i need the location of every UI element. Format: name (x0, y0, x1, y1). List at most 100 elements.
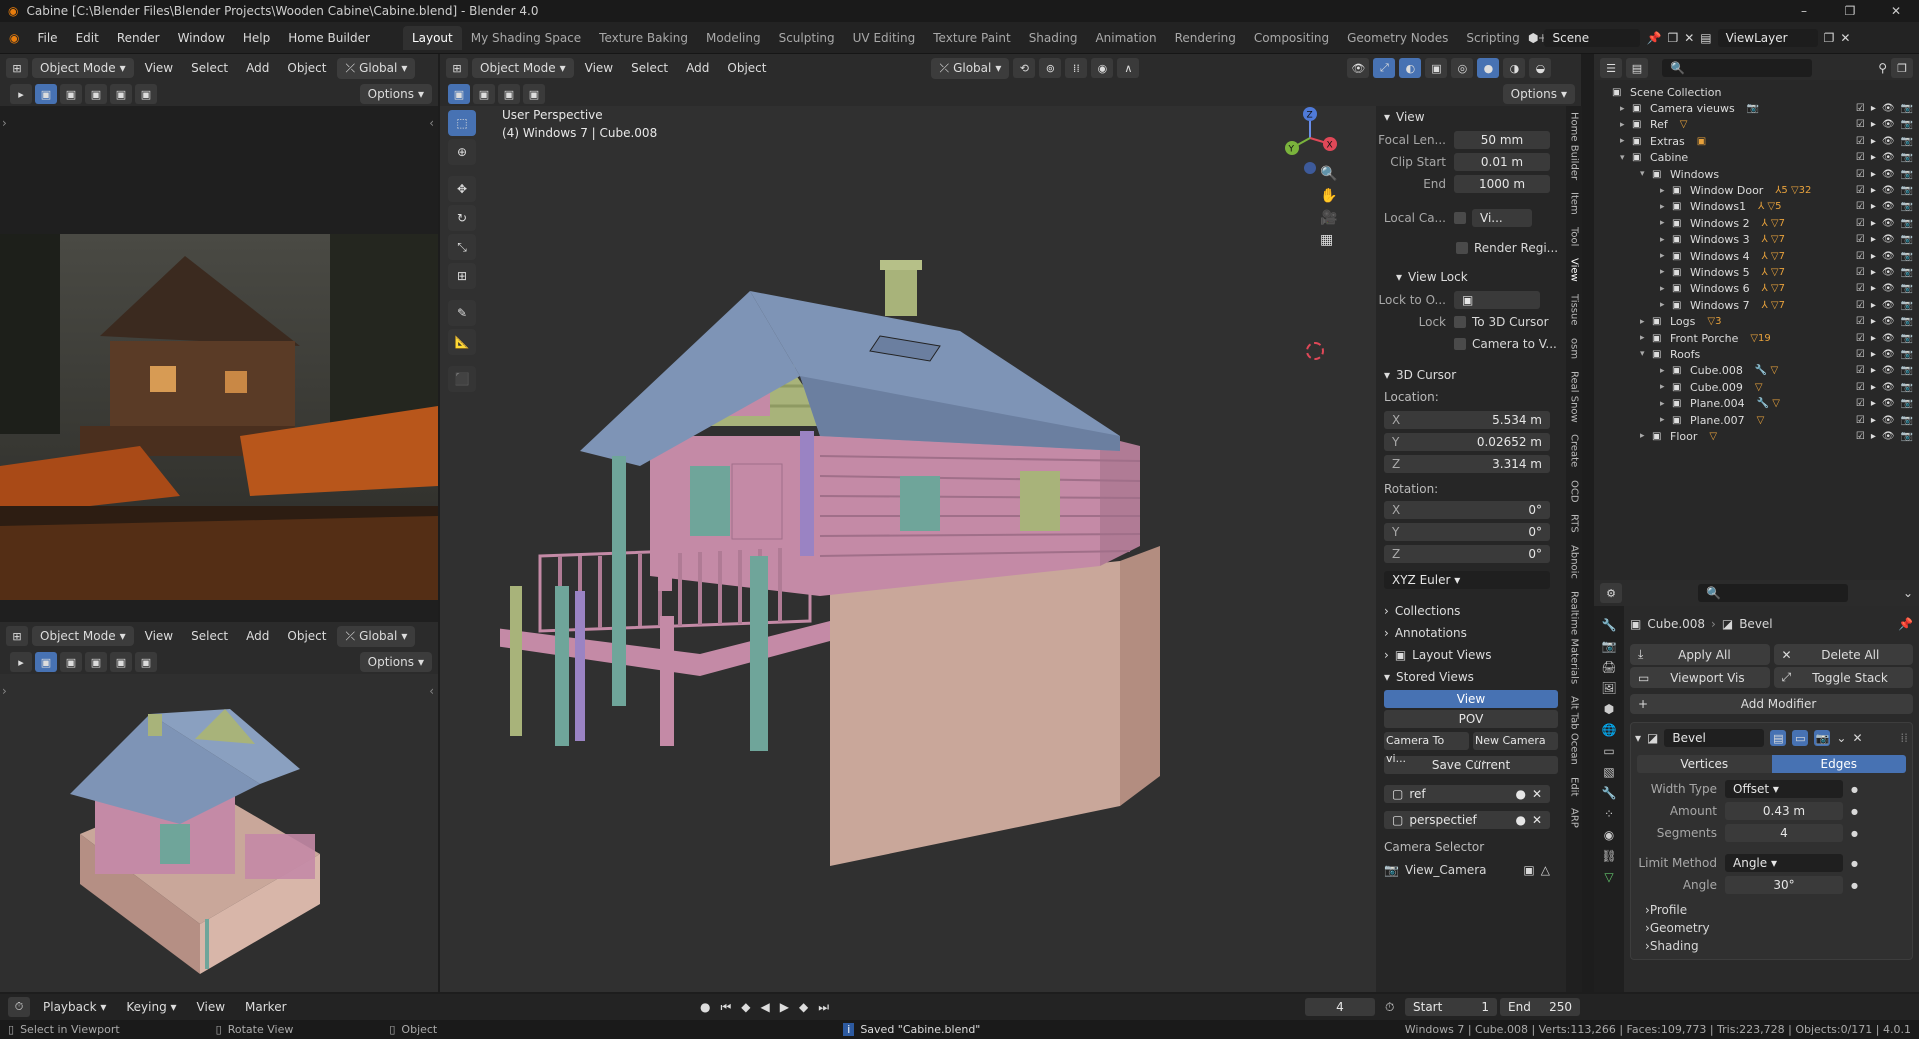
select-tool-icon[interactable]: ▸ (10, 652, 32, 672)
expand-left-icon[interactable]: › (2, 116, 7, 130)
outliner-search-input[interactable]: 🔍 (1662, 59, 1812, 77)
outliner-row[interactable]: ▸ ▣ Cube.009 ▽ ☑ ▸ 👁 📷 (1594, 379, 1919, 395)
select-toggle-icon[interactable]: ▸ (1871, 218, 1876, 229)
expand-left-icon[interactable]: › (2, 684, 7, 698)
render-camera-icon[interactable]: 📷 (1901, 234, 1913, 245)
eye-icon[interactable]: 👁 (1882, 365, 1895, 376)
focal-length-field[interactable]: 50 mm (1454, 131, 1550, 149)
falloff-icon[interactable]: ∧ (1117, 58, 1140, 78)
slot-remove-icon[interactable]: ✕ (1532, 811, 1542, 829)
expand-arrow-icon[interactable]: ▸ (1640, 317, 1652, 327)
jump-end-icon[interactable]: ⏭ (818, 1000, 829, 1015)
modifier-tab-icon[interactable]: 🔧 (1602, 786, 1617, 800)
select-menu[interactable]: Select (184, 58, 235, 78)
editor-type-icon[interactable]: ⊞ (6, 58, 28, 78)
viewport-vis-button[interactable]: ▭ Viewport Vis (1630, 667, 1770, 688)
expand-arrow-icon[interactable]: ▸ (1660, 186, 1672, 196)
tab-animation[interactable]: Animation (1086, 26, 1165, 50)
render-region-checkbox[interactable] (1456, 242, 1468, 254)
snap-target-icon[interactable]: ⁞⁞ (1065, 58, 1088, 78)
select-toggle-icon[interactable]: ▸ (1871, 267, 1876, 278)
shading-solid-icon[interactable]: ● (1477, 58, 1500, 78)
outliner-row[interactable]: ▸ ▣ Camera vieuws 📷 ☑ ▸ 👁 📷 (1594, 100, 1919, 116)
expand-arrow-icon[interactable]: ▸ (1620, 136, 1632, 146)
outliner-row[interactable]: ▸ ▣ Windows 5 ⅄ ▽7 ☑ ▸ 👁 📷 (1594, 264, 1919, 280)
selection-mode-intersect-icon[interactable]: ▣ (135, 652, 157, 672)
include-checkbox[interactable]: ☑ (1856, 234, 1865, 245)
outliner-row[interactable]: ▸ ▣ Extras ▣ ☑ ▸ 👁 📷 (1594, 133, 1919, 149)
keyframe-dot-icon[interactable]: ● (1851, 859, 1858, 868)
maximize-button[interactable]: ❐ (1827, 0, 1873, 22)
outliner-row[interactable]: ▸ ▣ Windows1 ⅄ ▽5 ☑ ▸ 👁 📷 (1594, 199, 1919, 215)
local-camera-field[interactable]: Vi... (1472, 209, 1532, 227)
eye-icon[interactable]: 👁 (1882, 103, 1895, 114)
include-checkbox[interactable]: ☑ (1856, 431, 1865, 442)
render-camera-icon[interactable]: 📷 (1901, 415, 1913, 426)
tool-tab-icon[interactable]: 🔧 (1602, 618, 1617, 632)
properties-search-input[interactable]: 🔍 (1698, 584, 1848, 602)
sidebar-tab-alt-tab-ocean[interactable]: Alt Tab Ocean (1569, 690, 1580, 771)
eye-icon[interactable]: 👁 (1882, 415, 1895, 426)
select-menu[interactable]: Select (624, 58, 675, 78)
menu-edit[interactable]: Edit (67, 31, 108, 45)
expand-arrow-icon[interactable]: ▸ (1660, 284, 1672, 294)
render-camera-icon[interactable]: 📷 (1901, 103, 1913, 114)
sidebar-tab-item[interactable]: Item (1569, 186, 1580, 221)
output-tab-icon[interactable]: 🖨 (1601, 660, 1616, 674)
select-toggle-icon[interactable]: ▸ (1871, 398, 1876, 409)
tab-geometry-nodes[interactable]: Geometry Nodes (1338, 26, 1457, 50)
include-checkbox[interactable]: ☑ (1856, 218, 1865, 229)
cursor-location-z[interactable]: Z 3.314 m (1384, 455, 1550, 473)
shading-material-icon[interactable]: ◑ (1503, 58, 1526, 78)
outliner-row[interactable]: ▾ ▣ Cabine ☑ ▸ 👁 📷 (1594, 150, 1919, 166)
include-checkbox[interactable]: ☑ (1856, 316, 1865, 327)
eye-icon[interactable]: 👁 (1882, 333, 1895, 344)
select-toggle-icon[interactable]: ▸ (1871, 316, 1876, 327)
include-checkbox[interactable]: ☑ (1856, 382, 1865, 393)
pan-hand-icon[interactable]: ✋ (1320, 188, 1337, 204)
prev-keyframe-icon[interactable]: ◆ (741, 1000, 750, 1015)
tab-texture-baking[interactable]: Texture Baking (590, 26, 697, 50)
select-toggle-icon[interactable]: ▸ (1871, 119, 1876, 130)
collection-tab-icon[interactable]: ▭ (1603, 744, 1614, 758)
expand-arrow-icon[interactable]: ▸ (1660, 300, 1672, 310)
filter-icon[interactable]: ⚲ (1878, 61, 1887, 75)
cursor-rotation-y[interactable]: Y 0° (1384, 523, 1550, 541)
sidebar-tab-arp[interactable]: ARP (1569, 802, 1580, 834)
geometry-subpanel[interactable]: ›Geometry (1635, 919, 1908, 937)
render-camera-icon[interactable]: 📷 (1901, 333, 1913, 344)
expand-arrow-icon[interactable]: ▸ (1640, 431, 1652, 441)
select-toggle-icon[interactable]: ▸ (1871, 300, 1876, 311)
3d-cursor-header[interactable]: ▾ 3D Cursor (1376, 364, 1566, 386)
zoom-icon[interactable]: 🔍 (1320, 166, 1337, 182)
select-toggle-icon[interactable]: ▸ (1871, 136, 1876, 147)
sidebar-tab-real-snow[interactable]: Real Snow (1569, 365, 1580, 429)
select-toggle-icon[interactable]: ▸ (1871, 234, 1876, 245)
include-checkbox[interactable]: ☑ (1856, 119, 1865, 130)
render-camera-icon[interactable]: 📷 (1901, 169, 1913, 180)
constraints-tab-icon[interactable]: ⛓ (1601, 849, 1616, 863)
expand-arrow-icon[interactable]: ▸ (1620, 104, 1632, 114)
outliner-row[interactable]: ▸ ▣ Windows 7 ⅄ ▽7 ☑ ▸ 👁 📷 (1594, 297, 1919, 313)
view-menu[interactable]: View (578, 58, 620, 78)
clip-start-field[interactable]: 0.01 m (1454, 153, 1550, 171)
expand-arrow-icon[interactable]: ▸ (1660, 251, 1672, 261)
select-toggle-icon[interactable]: ▸ (1871, 431, 1876, 442)
keyframe-dot-icon[interactable]: ● (1851, 829, 1858, 838)
cursor-rotation-x[interactable]: X 0° (1384, 501, 1550, 519)
outliner-row[interactable]: ▸ ▣ Logs ▽3 ☑ ▸ 👁 📷 (1594, 313, 1919, 329)
stored-views-header[interactable]: ▾ Stored Views (1376, 666, 1566, 688)
select-box-tool-icon[interactable]: ⬚ (448, 110, 476, 136)
tab-compositing[interactable]: Compositing (1245, 26, 1338, 50)
tab-modeling[interactable]: Modeling (697, 26, 770, 50)
marker-menu[interactable]: Marker (238, 997, 293, 1017)
selection-mode-new-icon[interactable]: ▣ (448, 84, 470, 104)
select-toggle-icon[interactable]: ▸ (1871, 333, 1876, 344)
include-checkbox[interactable]: ☑ (1856, 185, 1865, 196)
include-checkbox[interactable]: ☑ (1856, 136, 1865, 147)
camera-view-icon[interactable]: 🎥 (1320, 210, 1337, 226)
selection-mode-subtract-icon[interactable]: ▣ (498, 84, 520, 104)
camera-selector-row[interactable]: 📷 View_Camera ▣ △ (1384, 863, 1550, 877)
drag-handle-icon[interactable]: ⁞⁞ (1900, 731, 1908, 745)
render-camera-icon[interactable]: 📷 (1901, 431, 1913, 442)
